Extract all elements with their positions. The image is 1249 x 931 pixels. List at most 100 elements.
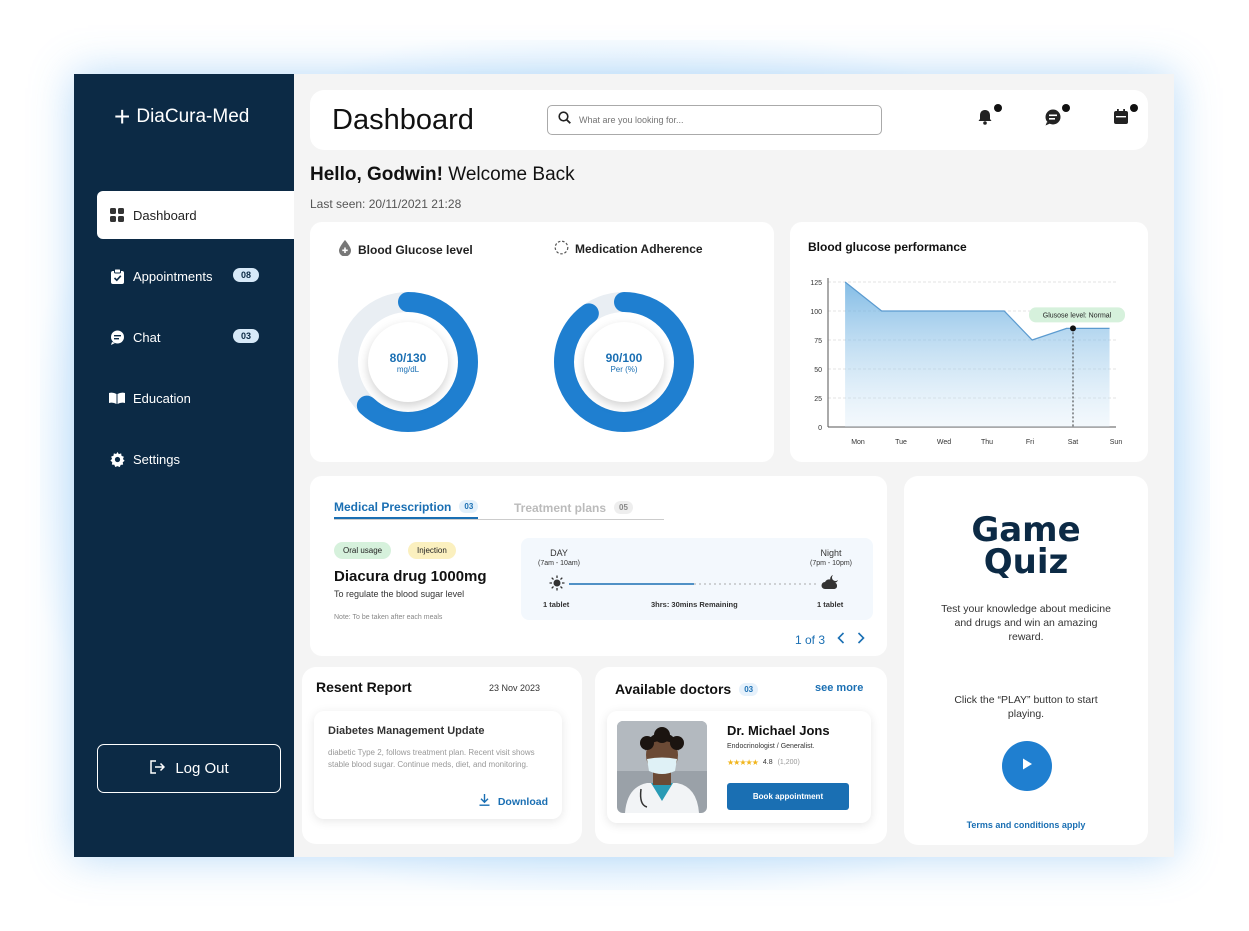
greeting-welcome: Welcome Back [443, 164, 575, 185]
sidebar-item-appointments[interactable]: Appointments 08 [97, 252, 294, 300]
sun-icon [549, 575, 565, 596]
x-tick-label: Tue [895, 439, 907, 446]
doctors-title-text: Available doctors [615, 681, 732, 697]
x-tick-label: Fri [1026, 439, 1035, 446]
glucose-performance-chart: 0 25 50 75 100 125 Mon Tue Wed Thu Fri Sat Sun Glusos… [810, 278, 1125, 446]
chevron-right-icon[interactable] [857, 632, 865, 647]
see-more-link[interactable]: see more [815, 682, 863, 694]
doctor-specialty: Endocrinologist / Generalist. [727, 743, 815, 750]
doctors-count: 03 [739, 682, 759, 696]
sidebar-item-education[interactable]: Education [97, 374, 294, 422]
day-dose: 1 tablet [543, 600, 570, 609]
drug-name: Diacura drug 1000mg [334, 568, 487, 585]
calendar-icon[interactable] [1112, 104, 1138, 130]
play-button[interactable] [1002, 741, 1052, 791]
doctor-photo [617, 721, 707, 813]
sidebar-item-label: Settings [133, 451, 180, 467]
doctor-card: Dr. Michael Jons Endocrinologist / Gener… [607, 711, 871, 823]
quiz-title: Game Quiz [904, 513, 1148, 579]
y-tick-label: 100 [810, 309, 822, 316]
doctors-title: Available doctors 03 [615, 681, 759, 697]
glucose-title: Blood Glucose level [338, 240, 473, 259]
doctor-rating: ★★★★★ 4.8 (1,200) [727, 758, 800, 767]
review-count: (1,200) [777, 759, 800, 766]
search-box [547, 105, 882, 135]
report-item-title: Diabetes Management Update [328, 725, 485, 737]
injection-pill: Injection [408, 542, 456, 559]
y-tick-label: 0 [818, 425, 822, 432]
night-label: Night [820, 548, 842, 558]
game-quiz-card: Game Quiz Test your knowledge about medic… [904, 476, 1148, 845]
play-icon [1020, 757, 1034, 776]
moon-cloud-icon [821, 574, 841, 595]
blood-drop-icon [338, 240, 352, 259]
glucose-title-text: Blood Glucose level [358, 242, 473, 257]
report-date: 23 Nov 2023 [489, 683, 541, 693]
tab-treatment-plans[interactable]: Treatment plans 05 [514, 496, 633, 519]
app-window: + DiaCura-Med Dashboard Appointments 08 [74, 74, 1174, 857]
doctor-name: Dr. Michael Jons [727, 723, 830, 738]
brand-name: DiaCura-Med [136, 106, 250, 127]
night-dose: 1 tablet [817, 600, 844, 609]
adherence-ring-center: 90/100 Per (%) [584, 322, 664, 402]
x-tick-label: Sat [1068, 439, 1079, 446]
sidebar-item-dashboard[interactable]: Dashboard [97, 191, 294, 239]
appointments-count-badge: 08 [233, 268, 260, 282]
glucose-performance-card: Blood glucose performance 0 25 50 75 100 125 M… [790, 222, 1148, 462]
notification-bell-icon[interactable] [976, 104, 1002, 130]
sidebar-item-label: Chat [133, 329, 161, 345]
messages-icon[interactable] [1044, 104, 1070, 130]
terms-link[interactable]: Terms and conditions apply [904, 820, 1148, 830]
sidebar-item-settings[interactable]: Settings [97, 435, 294, 483]
grid-icon [109, 207, 125, 223]
x-tick-label: Mon [851, 439, 865, 446]
sidebar-item-chat[interactable]: Chat 03 [97, 313, 294, 361]
x-tick-label: Sun [1110, 439, 1123, 446]
chevron-left-icon[interactable] [837, 632, 845, 647]
glucose-ring: 80/130 mg/dL [336, 290, 480, 434]
greeting-name: Hello, Godwin! [310, 164, 443, 185]
tab-label: Medical Prescription [334, 499, 452, 514]
book-appointment-button[interactable]: Book appointment [727, 783, 849, 810]
tab-label: Treatment plans [514, 500, 607, 515]
clipboard-check-icon [109, 268, 125, 284]
tooltip-text: Glusose level: Normal [1043, 312, 1112, 319]
chat-count-badge: 03 [233, 329, 260, 343]
report-item-text: diabetic Type 2, follows treatment plan.… [328, 748, 535, 769]
sidebar-item-label: Dashboard [133, 207, 197, 223]
prescription-pager: 1 of 3 [795, 632, 865, 647]
search-icon [558, 111, 571, 129]
sidebar-nav: Dashboard Appointments 08 Chat 03 Educat… [74, 191, 294, 496]
adherence-unit: Per (%) [610, 364, 638, 374]
health-rings-card: Blood Glucose level Medication Adherence… [310, 222, 774, 462]
chat-bubble-icon [109, 329, 125, 345]
download-button[interactable]: Download [479, 794, 548, 809]
glucose-unit: mg/dL [396, 364, 420, 374]
messages-dot [1062, 104, 1070, 112]
sidebar: + DiaCura-Med Dashboard Appointments 08 [74, 74, 294, 857]
day-time: (7am - 10am) [537, 560, 580, 567]
series-area [845, 282, 1110, 427]
star-rating-icon: ★★★★★ [727, 758, 759, 767]
adherence-title: Medication Adherence [554, 240, 703, 258]
rating-value: 4.8 [762, 759, 773, 766]
report-item[interactable]: Diabetes Management Update diabetic Type… [314, 711, 562, 819]
x-tick-label: Thu [981, 439, 993, 446]
adherence-value: 90/100 [605, 350, 643, 365]
tab-medical-prescription[interactable]: Medical Prescription 03 [334, 496, 479, 519]
gear-icon [109, 451, 125, 467]
quiz-instructions: Click the “PLAY” button to start playing… [954, 694, 1098, 720]
tab-count: 05 [614, 501, 633, 514]
x-tick-label: Wed [937, 439, 951, 446]
night-time: (7pm - 10pm) [809, 560, 852, 567]
logout-button[interactable]: Log Out [97, 744, 281, 793]
logout-icon [149, 759, 166, 779]
notification-dot [994, 104, 1002, 112]
y-tick-label: 125 [810, 280, 822, 287]
download-icon [479, 794, 490, 809]
search-input[interactable] [579, 115, 859, 125]
last-seen: Last seen: 20/11/2021 21:28 [310, 197, 462, 211]
adherence-title-text: Medication Adherence [575, 242, 703, 256]
tab-count: 03 [459, 500, 479, 513]
quiz-description: Test your knowledge about medicine and d… [941, 603, 1111, 643]
